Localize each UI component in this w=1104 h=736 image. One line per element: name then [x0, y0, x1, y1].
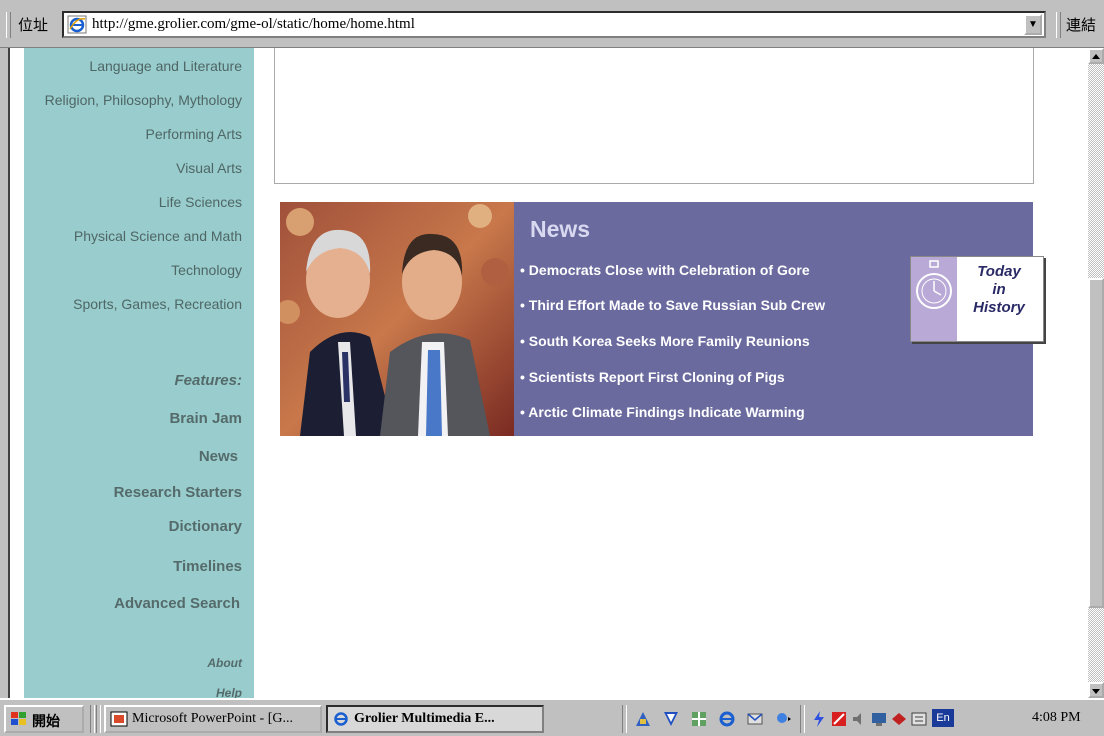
tray-monitor-icon[interactable]: [870, 710, 888, 728]
sidebar-item-technology[interactable]: Technology: [171, 262, 242, 278]
tray-acrobat-icon[interactable]: [830, 710, 848, 728]
quicklaunch-desktop-icon[interactable]: [634, 710, 652, 728]
ie-page-icon: [67, 15, 87, 34]
sidebar-item-sports-games[interactable]: Sports, Games, Recreation: [73, 296, 242, 312]
ie-icon: [334, 712, 348, 726]
web-page: Language and Literature Religion, Philos…: [10, 48, 1088, 698]
arrow-up-icon: [1092, 54, 1100, 59]
sidebar-item-physical-science[interactable]: Physical Science and Math: [74, 228, 242, 244]
taskbar-separator: [622, 705, 627, 733]
chevron-down-icon: ▼: [1028, 19, 1038, 30]
today-in-history-line-2: in: [992, 281, 1006, 298]
today-in-history-button[interactable]: Today in History: [910, 256, 1044, 342]
arrow-down-icon: [1092, 689, 1100, 694]
tray-ime-icon[interactable]: [910, 710, 928, 728]
task-grolier[interactable]: Grolier Multimedia E...: [326, 705, 544, 733]
today-in-history-line-1: Today: [977, 263, 1021, 280]
news-headline-3[interactable]: • South Korea Seeks More Family Reunions: [520, 333, 810, 349]
taskbar-separator: [800, 705, 805, 733]
news-banner[interactable]: News • Democrats Close with Celebration …: [280, 202, 1044, 436]
task-label: Grolier Multimedia E...: [354, 711, 495, 726]
window-frame-left: [0, 48, 10, 698]
news-title: News: [530, 216, 591, 242]
windows-logo-icon: [11, 712, 26, 725]
quicklaunch-arrow-icon[interactable]: [662, 710, 680, 728]
quicklaunch-outlook-icon[interactable]: [746, 710, 764, 728]
quicklaunch-more-icon[interactable]: [774, 710, 792, 728]
toolbar-grip-links[interactable]: [1056, 12, 1061, 38]
address-url: http://gme.grolier.com/gme-ol/static/hom…: [92, 16, 415, 32]
start-button[interactable]: 開始: [4, 705, 84, 733]
powerpoint-icon: [110, 711, 128, 727]
sidebar-item-performing-arts[interactable]: Performing Arts: [146, 126, 242, 142]
link-help[interactable]: Help: [216, 686, 242, 698]
features-heading: Features:: [174, 372, 242, 389]
content-frame: [274, 48, 1034, 184]
sidebar-item-religion-philosophy[interactable]: Religion, Philosophy, Mythology: [45, 92, 242, 108]
vertical-scrollbar[interactable]: [1088, 48, 1104, 698]
tray-network-icon[interactable]: [890, 710, 908, 728]
sidebar-item-visual-arts[interactable]: Visual Arts: [176, 160, 242, 176]
clock[interactable]: 4:08 PM: [1032, 710, 1081, 726]
address-toolbar: 位址 http://gme.grolier.com/gme-ol/static/…: [0, 0, 1104, 48]
sidebar: Language and Literature Religion, Philos…: [24, 48, 254, 698]
quicklaunch-grid-icon[interactable]: [690, 710, 708, 728]
task-label: Microsoft PowerPoint - [G...: [132, 711, 293, 726]
feature-timelines[interactable]: Timelines: [173, 558, 242, 575]
stopwatch-icon: [911, 257, 957, 341]
language-indicator[interactable]: En: [932, 709, 954, 727]
scroll-down-button[interactable]: [1088, 682, 1104, 698]
news-headline-2[interactable]: • Third Effort Made to Save Russian Sub …: [520, 297, 825, 313]
toolbar-grip[interactable]: [6, 12, 11, 38]
feature-brain-jam[interactable]: Brain Jam: [169, 410, 242, 427]
feature-advanced-search[interactable]: Advanced Search: [114, 595, 240, 612]
task-powerpoint[interactable]: Microsoft PowerPoint - [G...: [104, 705, 322, 733]
tray-lightning-icon[interactable]: [810, 710, 828, 728]
start-label: 開始: [32, 714, 60, 730]
links-button[interactable]: 連結: [1066, 14, 1096, 35]
scroll-up-button[interactable]: [1088, 48, 1104, 64]
today-in-history-line-3: History: [973, 299, 1025, 316]
link-about[interactable]: About: [207, 656, 242, 670]
news-headline-1[interactable]: • Democrats Close with Celebration of Go…: [520, 262, 810, 278]
news-photo[interactable]: [280, 202, 514, 436]
taskbar-separator: [96, 705, 101, 733]
address-input[interactable]: http://gme.grolier.com/gme-ol/static/hom…: [62, 11, 1046, 38]
quicklaunch-ie-icon[interactable]: [718, 710, 736, 728]
address-dropdown-button[interactable]: ▼: [1024, 14, 1042, 35]
taskbar-separator: [90, 705, 95, 733]
news-headline-4[interactable]: • Scientists Report First Cloning of Pig…: [520, 369, 785, 385]
tray-volume-icon[interactable]: [850, 710, 868, 728]
news-headline-5[interactable]: • Arctic Climate Findings Indicate Warmi…: [520, 404, 805, 420]
address-label: 位址: [18, 16, 49, 34]
scroll-thumb[interactable]: [1088, 278, 1104, 608]
feature-dictionary[interactable]: Dictionary: [169, 518, 242, 535]
sidebar-item-language-literature[interactable]: Language and Literature: [89, 58, 242, 74]
taskbar: 開始 Microsoft PowerPoint - [G... Grolier …: [0, 698, 1104, 736]
feature-research-starters[interactable]: Research Starters: [114, 484, 242, 501]
feature-news[interactable]: News: [199, 448, 238, 465]
sidebar-item-life-sciences[interactable]: Life Sciences: [159, 194, 242, 210]
